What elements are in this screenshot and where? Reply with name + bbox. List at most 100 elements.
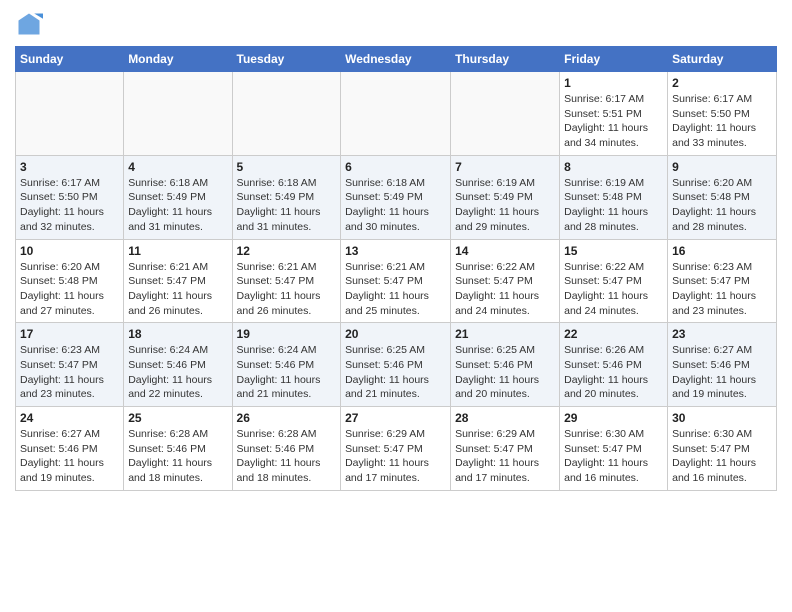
day-info: Sunrise: 6:17 AM Sunset: 5:50 PM Dayligh… bbox=[20, 176, 119, 235]
day-number: 13 bbox=[345, 244, 446, 258]
calendar-cell: 14Sunrise: 6:22 AM Sunset: 5:47 PM Dayli… bbox=[451, 239, 560, 323]
day-info: Sunrise: 6:19 AM Sunset: 5:49 PM Dayligh… bbox=[455, 176, 555, 235]
day-info: Sunrise: 6:18 AM Sunset: 5:49 PM Dayligh… bbox=[345, 176, 446, 235]
logo bbox=[15, 10, 47, 38]
calendar-week-row: 24 Sunrise: 6:27 AM Sunset: 5:46 PM Dayli… bbox=[16, 407, 777, 491]
calendar-cell: 3 Sunrise: 6:17 AM Sunset: 5:50 PM Daylig… bbox=[16, 155, 124, 239]
calendar-cell: 27 Sunrise: 6:29 AM Sunset: 5:47 PM Dayli… bbox=[341, 407, 451, 491]
day-info: Sunrise: 6:27 AM Sunset: 5:46 PM Dayligh… bbox=[20, 427, 119, 486]
day-info: Sunrise: 6:17 AM Sunset: 5:50 PM Dayligh… bbox=[672, 92, 772, 151]
calendar-week-row: 10 Sunrise: 6:20 AM Sunset: 5:48 PM Dayli… bbox=[16, 239, 777, 323]
day-info: Sunrise: 6:28 AM Sunset: 5:46 PM Dayligh… bbox=[128, 427, 227, 486]
calendar-week-row: 17 Sunrise: 6:23 AM Sunset: 5:47 PM Dayli… bbox=[16, 323, 777, 407]
day-info: Sunrise: 6:23 AM Sunset: 5:47 PM Dayligh… bbox=[20, 343, 119, 402]
calendar-cell bbox=[451, 72, 560, 156]
day-number: 17 bbox=[20, 327, 119, 341]
calendar-cell bbox=[124, 72, 232, 156]
day-number: 27 bbox=[345, 411, 446, 425]
day-number: 10 bbox=[20, 244, 119, 258]
day-header: Friday bbox=[560, 47, 668, 72]
day-number: 7 bbox=[455, 160, 555, 174]
day-number: 15 bbox=[564, 244, 663, 258]
day-number: 14 bbox=[455, 244, 555, 258]
calendar-cell: 13 Sunrise: 6:21 AM Sunset: 5:47 PM Dayli… bbox=[341, 239, 451, 323]
day-header: Tuesday bbox=[232, 47, 341, 72]
calendar: SundayMondayTuesdayWednesdayThursdayFrid… bbox=[15, 46, 777, 491]
day-number: 11 bbox=[128, 244, 227, 258]
day-number: 6 bbox=[345, 160, 446, 174]
day-number: 30 bbox=[672, 411, 772, 425]
calendar-cell: 23 Sunrise: 6:27 AM Sunset: 5:46 PM Dayli… bbox=[668, 323, 777, 407]
day-info: Sunrise: 6:23 AM Sunset: 5:47 PM Dayligh… bbox=[672, 260, 772, 319]
day-info: Sunrise: 6:24 AM Sunset: 5:46 PM Dayligh… bbox=[128, 343, 227, 402]
day-info: Sunrise: 6:30 AM Sunset: 5:47 PM Dayligh… bbox=[564, 427, 663, 486]
calendar-cell: 6 Sunrise: 6:18 AM Sunset: 5:49 PM Daylig… bbox=[341, 155, 451, 239]
calendar-cell: 28 Sunrise: 6:29 AM Sunset: 5:47 PM Dayli… bbox=[451, 407, 560, 491]
day-info: Sunrise: 6:21 AM Sunset: 5:47 PM Dayligh… bbox=[237, 260, 337, 319]
day-number: 16 bbox=[672, 244, 772, 258]
day-info: Sunrise: 6:18 AM Sunset: 5:49 PM Dayligh… bbox=[237, 176, 337, 235]
day-number: 23 bbox=[672, 327, 772, 341]
day-number: 12 bbox=[237, 244, 337, 258]
calendar-cell: 2Sunrise: 6:17 AM Sunset: 5:50 PM Daylig… bbox=[668, 72, 777, 156]
day-info: Sunrise: 6:25 AM Sunset: 5:46 PM Dayligh… bbox=[455, 343, 555, 402]
day-number: 26 bbox=[237, 411, 337, 425]
day-info: Sunrise: 6:20 AM Sunset: 5:48 PM Dayligh… bbox=[20, 260, 119, 319]
day-number: 9 bbox=[672, 160, 772, 174]
day-info: Sunrise: 6:20 AM Sunset: 5:48 PM Dayligh… bbox=[672, 176, 772, 235]
day-number: 22 bbox=[564, 327, 663, 341]
day-info: Sunrise: 6:18 AM Sunset: 5:49 PM Dayligh… bbox=[128, 176, 227, 235]
day-number: 18 bbox=[128, 327, 227, 341]
calendar-cell: 10 Sunrise: 6:20 AM Sunset: 5:48 PM Dayli… bbox=[16, 239, 124, 323]
day-number: 5 bbox=[237, 160, 337, 174]
calendar-cell bbox=[16, 72, 124, 156]
day-number: 21 bbox=[455, 327, 555, 341]
calendar-cell: 21 Sunrise: 6:25 AM Sunset: 5:46 PM Dayli… bbox=[451, 323, 560, 407]
calendar-cell: 12 Sunrise: 6:21 AM Sunset: 5:47 PM Dayli… bbox=[232, 239, 341, 323]
calendar-cell: 29 Sunrise: 6:30 AM Sunset: 5:47 PM Dayli… bbox=[560, 407, 668, 491]
calendar-week-row: 3 Sunrise: 6:17 AM Sunset: 5:50 PM Daylig… bbox=[16, 155, 777, 239]
day-header: Wednesday bbox=[341, 47, 451, 72]
day-header: Sunday bbox=[16, 47, 124, 72]
calendar-cell: 15 Sunrise: 6:22 AM Sunset: 5:47 PM Dayli… bbox=[560, 239, 668, 323]
day-number: 28 bbox=[455, 411, 555, 425]
day-number: 29 bbox=[564, 411, 663, 425]
day-info: Sunrise: 6:27 AM Sunset: 5:46 PM Dayligh… bbox=[672, 343, 772, 402]
day-info: Sunrise: 6:30 AM Sunset: 5:47 PM Dayligh… bbox=[672, 427, 772, 486]
calendar-cell: 25 Sunrise: 6:28 AM Sunset: 5:46 PM Dayli… bbox=[124, 407, 232, 491]
day-info: Sunrise: 6:22 AM Sunset: 5:47 PM Dayligh… bbox=[564, 260, 663, 319]
day-info: Sunrise: 6:28 AM Sunset: 5:46 PM Dayligh… bbox=[237, 427, 337, 486]
day-number: 20 bbox=[345, 327, 446, 341]
calendar-cell bbox=[232, 72, 341, 156]
calendar-cell: 30 Sunrise: 6:30 AM Sunset: 5:47 PM Dayli… bbox=[668, 407, 777, 491]
day-header: Saturday bbox=[668, 47, 777, 72]
calendar-cell: 20 Sunrise: 6:25 AM Sunset: 5:46 PM Dayli… bbox=[341, 323, 451, 407]
day-info: Sunrise: 6:25 AM Sunset: 5:46 PM Dayligh… bbox=[345, 343, 446, 402]
day-info: Sunrise: 6:19 AM Sunset: 5:48 PM Dayligh… bbox=[564, 176, 663, 235]
day-info: Sunrise: 6:29 AM Sunset: 5:47 PM Dayligh… bbox=[455, 427, 555, 486]
day-number: 25 bbox=[128, 411, 227, 425]
day-number: 3 bbox=[20, 160, 119, 174]
calendar-cell: 17 Sunrise: 6:23 AM Sunset: 5:47 PM Dayli… bbox=[16, 323, 124, 407]
calendar-cell: 19 Sunrise: 6:24 AM Sunset: 5:46 PM Dayli… bbox=[232, 323, 341, 407]
day-info: Sunrise: 6:21 AM Sunset: 5:47 PM Dayligh… bbox=[345, 260, 446, 319]
day-info: Sunrise: 6:21 AM Sunset: 5:47 PM Dayligh… bbox=[128, 260, 227, 319]
day-info: Sunrise: 6:29 AM Sunset: 5:47 PM Dayligh… bbox=[345, 427, 446, 486]
day-number: 19 bbox=[237, 327, 337, 341]
calendar-cell: 22 Sunrise: 6:26 AM Sunset: 5:46 PM Dayli… bbox=[560, 323, 668, 407]
calendar-cell: 5 Sunrise: 6:18 AM Sunset: 5:49 PM Daylig… bbox=[232, 155, 341, 239]
calendar-cell: 1 Sunrise: 6:17 AM Sunset: 5:51 PM Daylig… bbox=[560, 72, 668, 156]
calendar-cell: 8 Sunrise: 6:19 AM Sunset: 5:48 PM Daylig… bbox=[560, 155, 668, 239]
day-info: Sunrise: 6:24 AM Sunset: 5:46 PM Dayligh… bbox=[237, 343, 337, 402]
logo-icon bbox=[15, 10, 43, 38]
day-info: Sunrise: 6:26 AM Sunset: 5:46 PM Dayligh… bbox=[564, 343, 663, 402]
day-info: Sunrise: 6:17 AM Sunset: 5:51 PM Dayligh… bbox=[564, 92, 663, 151]
day-header: Thursday bbox=[451, 47, 560, 72]
calendar-cell: 11 Sunrise: 6:21 AM Sunset: 5:47 PM Dayli… bbox=[124, 239, 232, 323]
day-number: 24 bbox=[20, 411, 119, 425]
calendar-week-row: 1 Sunrise: 6:17 AM Sunset: 5:51 PM Daylig… bbox=[16, 72, 777, 156]
calendar-cell: 9 Sunrise: 6:20 AM Sunset: 5:48 PM Daylig… bbox=[668, 155, 777, 239]
header bbox=[15, 10, 777, 38]
day-number: 8 bbox=[564, 160, 663, 174]
day-number: 1 bbox=[564, 76, 663, 90]
